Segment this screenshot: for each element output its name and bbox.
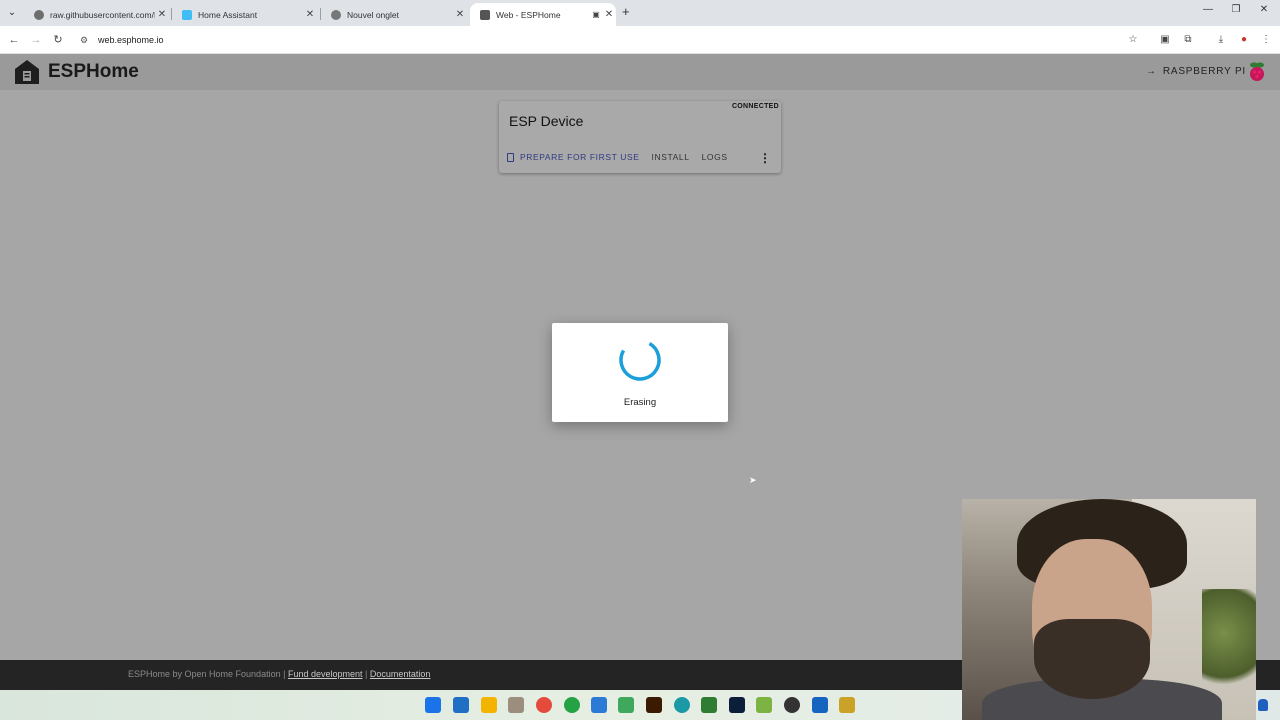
bookmark-star-icon[interactable]: ☆ (1125, 32, 1141, 48)
close-window-icon[interactable]: ✕ (1254, 4, 1274, 15)
media-icon[interactable]: ▣ (590, 10, 602, 19)
close-icon[interactable]: ✕ (453, 9, 467, 20)
whatsapp-icon[interactable] (564, 697, 580, 713)
arrow-right-icon: → (1146, 66, 1157, 77)
webcam-plant (1202, 589, 1256, 699)
forward-icon[interactable]: → (28, 32, 44, 48)
tab-title: Web - ESPHome (496, 9, 561, 20)
close-icon[interactable]: ✕ (602, 9, 616, 20)
tab-github[interactable]: raw.githubusercontent.com/RA ✕ (24, 3, 169, 26)
close-icon[interactable]: ✕ (303, 9, 317, 20)
webcam-person-beard (1034, 619, 1150, 699)
notification-bell-icon[interactable] (1258, 699, 1268, 711)
illustrator-icon[interactable] (646, 697, 662, 713)
tab-search-icon[interactable]: ⌄ (4, 5, 20, 21)
chrome-icon[interactable] (536, 697, 552, 713)
device-card: CONNECTED ESP Device PREPARE FOR FIRST U… (499, 101, 781, 173)
progress-dialog: Erasing (552, 323, 728, 422)
new-tab-button[interactable]: + (622, 4, 636, 19)
tab-home-assistant[interactable]: Home Assistant ✕ (172, 3, 317, 26)
home-assistant-icon (182, 9, 192, 20)
mouse-cursor-icon: ➤ (749, 475, 757, 485)
globe-icon (480, 9, 490, 20)
footer-text: ESPHome by Open Home Foundation | Fund d… (128, 669, 430, 679)
site-info-icon[interactable]: ⚙ (80, 35, 92, 46)
profile-icon[interactable]: ● (1236, 32, 1252, 48)
extensions-icon[interactable]: ⧉ (1180, 32, 1196, 48)
device-actions: PREPARE FOR FIRST USE INSTALL LOGS (507, 152, 740, 162)
file-explorer-icon[interactable] (481, 697, 497, 713)
documentation-link[interactable]: Documentation (370, 669, 431, 679)
tab-new-tab[interactable]: Nouvel onglet ✕ (321, 3, 467, 26)
menu-kebab-icon[interactable]: ⋮ (1258, 32, 1274, 48)
device-name: ESP Device (509, 113, 584, 129)
esphome-logo-icon (15, 60, 39, 84)
loading-spinner-icon (619, 342, 661, 381)
visio-icon[interactable] (812, 697, 828, 713)
footer-prefix: ESPHome by Open Home Foundation (128, 669, 281, 679)
archive-icon[interactable] (508, 697, 524, 713)
cast-icon[interactable]: ▣ (1157, 32, 1173, 48)
more-options-icon[interactable]: ⋮ (759, 152, 771, 164)
android-icon[interactable] (756, 697, 772, 713)
tab-title: Home Assistant (198, 9, 258, 20)
terminal-icon[interactable] (701, 697, 717, 713)
progress-status-text: Erasing (623, 397, 657, 408)
arduino-icon[interactable] (674, 697, 690, 713)
logs-button[interactable]: LOGS (702, 152, 728, 162)
photoshop-icon[interactable] (729, 697, 745, 713)
minimize-icon[interactable]: — (1198, 4, 1218, 15)
prepare-label: PREPARE FOR FIRST USE (520, 152, 640, 162)
app-title: ESPHome (48, 61, 139, 82)
app-header: ESPHome → RASPBERRY PI (0, 54, 1280, 90)
url-text: web.esphome.io (98, 35, 164, 45)
chip-icon (507, 152, 514, 162)
start-icon[interactable] (425, 697, 441, 713)
app-ball-icon[interactable] (784, 697, 800, 713)
app-green-icon[interactable] (618, 697, 634, 713)
footer-separator: | (283, 669, 286, 679)
reload-icon[interactable]: ↻ (50, 32, 66, 48)
tab-esphome[interactable]: Web - ESPHome ▣ ✕ (470, 3, 616, 26)
raspberry-pi-link[interactable]: → RASPBERRY PI (1146, 66, 1246, 77)
footer-separator: | (365, 669, 368, 679)
notes-icon[interactable] (839, 697, 855, 713)
download-icon[interactable]: ⤓ (1213, 32, 1229, 48)
address-bar[interactable]: ⚙ web.esphome.io (74, 29, 1150, 51)
raspberry-pi-label: RASPBERRY PI (1162, 66, 1246, 77)
tab-title: raw.githubusercontent.com/RA (50, 9, 155, 20)
browser-toolbar: ← → ↻ ⚙ web.esphome.io ☆ ▣ ⧉ ⤓ ● ⋮ (0, 26, 1280, 54)
browser-tab-bar: ⌄ raw.githubusercontent.com/RA ✕ Home As… (0, 0, 1280, 26)
paint-icon[interactable] (591, 697, 607, 713)
close-icon[interactable]: ✕ (155, 9, 169, 20)
prepare-first-use-button[interactable]: PREPARE FOR FIRST USE (507, 152, 640, 162)
restore-icon[interactable]: ❐ (1226, 4, 1246, 15)
webcam-video-overlay (962, 499, 1256, 720)
vscode-icon[interactable] (453, 697, 469, 713)
install-button[interactable]: INSTALL (652, 152, 690, 162)
globe-icon (34, 9, 44, 20)
connection-status-badge: CONNECTED (731, 103, 779, 110)
tab-title: Nouvel onglet (347, 9, 399, 20)
back-icon[interactable]: ← (6, 32, 22, 48)
chrome-icon (331, 9, 341, 20)
raspberry-pi-icon (1250, 62, 1264, 81)
fund-development-link[interactable]: Fund development (288, 669, 363, 679)
